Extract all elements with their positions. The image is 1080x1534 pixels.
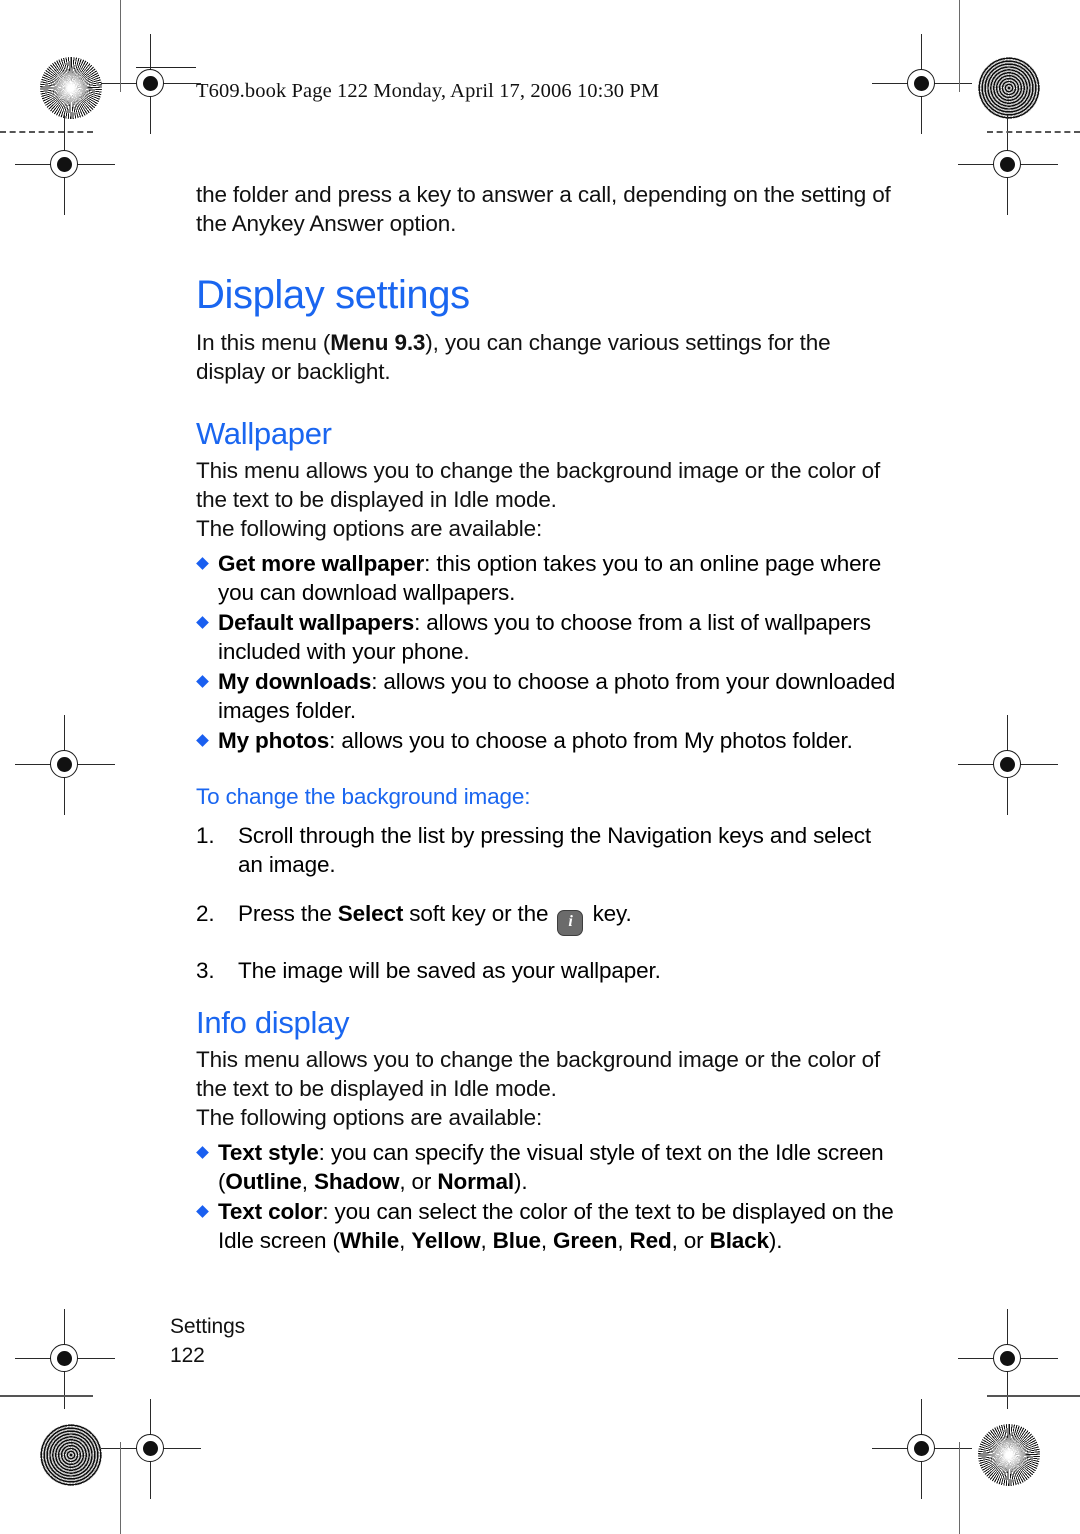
step-text: The image will be saved as your wallpape… (238, 958, 661, 983)
list-item: 2. Press the Select soft key or the i key… (196, 899, 896, 936)
list-item: Default wallpapers: allows you to choose… (196, 608, 896, 666)
step-text-mid: soft key or the (403, 901, 555, 926)
registration-mark-bottom-left (101, 1399, 201, 1499)
step-number: 1. (196, 823, 215, 848)
page-title: Display settings (196, 273, 470, 317)
trim-line-top-right (987, 131, 1080, 133)
option-value: Yellow (411, 1228, 481, 1253)
rosette-mark-top-right (978, 57, 1040, 119)
footer-page-number: 122 (170, 1344, 205, 1367)
option-term: Text style (218, 1140, 319, 1165)
trim-line-top-left (0, 131, 93, 133)
diamond-bullet-icon (196, 557, 209, 570)
option-value: Normal (437, 1169, 514, 1194)
diamond-bullet-icon (196, 675, 209, 688)
value-separator: , (480, 1228, 493, 1253)
registration-mark-lower-right (958, 1309, 1058, 1409)
registration-mark-lower-left (15, 1309, 115, 1409)
option-value: Blue (492, 1228, 541, 1253)
rosette-mark-top-left (40, 57, 102, 119)
step-number: 3. (196, 958, 215, 983)
page-content: the folder and press a key to answer a c… (196, 180, 896, 1256)
step-text-tail: key. (586, 901, 632, 926)
i-key-icon: i (557, 910, 584, 936)
trim-line-vertical-bottom-left (120, 1442, 122, 1534)
step-text: Scroll through the list by pressing the … (238, 823, 871, 877)
option-term: Text color (218, 1199, 323, 1224)
registration-mark-top-left (101, 34, 201, 134)
option-value: Black (709, 1228, 769, 1253)
running-head-text: T609.book Page 122 Monday, April 17, 200… (196, 80, 660, 102)
value-separator: , (301, 1169, 314, 1194)
procedure-heading: To change the background image: (196, 784, 531, 809)
wallpaper-options-list: Get more wallpaper: this option takes yo… (196, 549, 896, 755)
softkey-label: Select (337, 901, 404, 926)
rosette-mark-bottom-left (40, 1424, 102, 1486)
registration-mark-upper-right (958, 115, 1058, 215)
option-desc-b: ). (514, 1169, 528, 1194)
value-separator: , (540, 1228, 554, 1253)
option-term: Default wallpapers (218, 610, 415, 635)
step-text-pre: Press the (238, 901, 338, 926)
info-display-paragraph-2: The following options are available: (196, 1105, 543, 1130)
intro-pre: In this menu ( (196, 330, 331, 355)
registration-mark-middle-left (15, 715, 115, 815)
list-item: 1. Scroll through the list by pressing th… (196, 821, 896, 879)
trim-line-vertical-bottom-right (959, 1442, 961, 1534)
registration-mark-top-right (872, 34, 972, 134)
rosette-mark-bottom-right (978, 1424, 1040, 1486)
trim-line-vertical-top-left (120, 0, 122, 92)
option-value: While (339, 1228, 400, 1253)
option-term: My photos (218, 728, 330, 753)
list-item: Get more wallpaper: this option takes yo… (196, 549, 896, 607)
list-item: Text style: you can specify the visual s… (196, 1138, 896, 1196)
value-separator: , (399, 1228, 412, 1253)
trim-line-bottom-right (987, 1395, 1080, 1397)
registration-mark-upper-left (15, 115, 115, 215)
wallpaper-paragraph-2: The following options are available: (196, 516, 543, 541)
page-footer: Settings 122 (170, 1312, 245, 1370)
option-value: Shadow (314, 1169, 400, 1194)
procedure-steps: 1. Scroll through the list by pressing th… (196, 821, 896, 985)
info-display-options-list: Text style: you can specify the visual s… (196, 1138, 896, 1255)
trim-line-vertical-top-right (959, 0, 961, 92)
section-heading-info-display: Info display (196, 1005, 350, 1040)
list-item: My downloads: allows you to choose a pho… (196, 667, 896, 725)
diamond-bullet-icon (196, 616, 209, 629)
registration-mark-bottom-right (872, 1399, 972, 1499)
diamond-bullet-icon (196, 1205, 209, 1218)
option-desc: : allows you to choose a photo from My p… (329, 728, 853, 753)
option-value: Green (553, 1228, 618, 1253)
option-value: Red (629, 1228, 672, 1253)
display-settings-intro: In this menu (Menu 9.3), you can change … (196, 328, 896, 386)
wallpaper-paragraph-1: This menu allows you to change the backg… (196, 458, 881, 512)
list-item: Text color: you can select the color of … (196, 1197, 896, 1255)
diamond-bullet-icon (196, 734, 209, 747)
menu-reference: Menu 9.3 (330, 330, 426, 355)
value-separator: , (617, 1228, 630, 1253)
section-heading-wallpaper: Wallpaper (196, 416, 332, 451)
registration-mark-middle-right (958, 715, 1058, 815)
list-item: My photos: allows you to choose a photo … (196, 726, 896, 755)
continued-paragraph: the folder and press a key to answer a c… (196, 182, 891, 236)
option-term: Get more wallpaper (218, 551, 425, 576)
value-last-separator: , or (399, 1169, 438, 1194)
option-value: Outline (225, 1169, 302, 1194)
list-item: 3. The image will be saved as your wallpa… (196, 956, 896, 985)
step-number: 2. (196, 901, 215, 926)
option-term: My downloads (218, 669, 372, 694)
trim-line-bottom-left (0, 1395, 93, 1397)
footer-section-name: Settings (170, 1315, 246, 1338)
option-desc-b: ). (768, 1228, 783, 1253)
running-head-rule (136, 67, 196, 69)
info-display-paragraph-1: This menu allows you to change the backg… (196, 1047, 881, 1101)
value-last-separator: , or (671, 1228, 710, 1253)
running-head: T609.book Page 122 Monday, April 17, 200… (136, 67, 660, 103)
diamond-bullet-icon (196, 1146, 209, 1159)
